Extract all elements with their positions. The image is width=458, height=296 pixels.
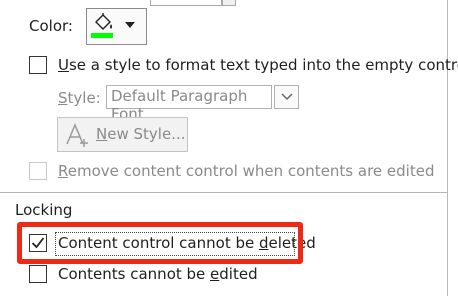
use-style-checkbox[interactable] [29,56,47,74]
cannot-edit-checkbox[interactable] [29,265,47,283]
use-style-label: Use a style to format text typed into th… [58,56,458,74]
locking-heading: Locking [15,201,73,219]
style-select[interactable]: Default Paragraph Font [106,85,272,123]
color-swatch [91,33,113,38]
remove-control-label: Remove content control when contents are… [58,162,435,180]
clipped-field-button [222,0,236,6]
chevron-down-icon [125,22,135,28]
panel-edge [447,0,448,296]
new-style-label: New Style... [96,125,186,143]
highlight-box [17,222,303,264]
new-style-icon [66,123,88,147]
paint-bucket-icon [95,13,112,30]
new-style-button[interactable]: New Style... [57,117,188,152]
style-label: Style: [58,89,101,107]
remove-control-checkbox[interactable] [29,162,47,180]
style-select-toggle[interactable] [274,85,299,109]
clipped-field [150,0,222,6]
cannot-edit-label: Contents cannot be edited [58,265,258,283]
color-picker-button[interactable] [86,8,147,45]
chevron-down-icon [281,93,293,101]
color-label: Color: [29,17,73,35]
section-divider [0,192,447,193]
